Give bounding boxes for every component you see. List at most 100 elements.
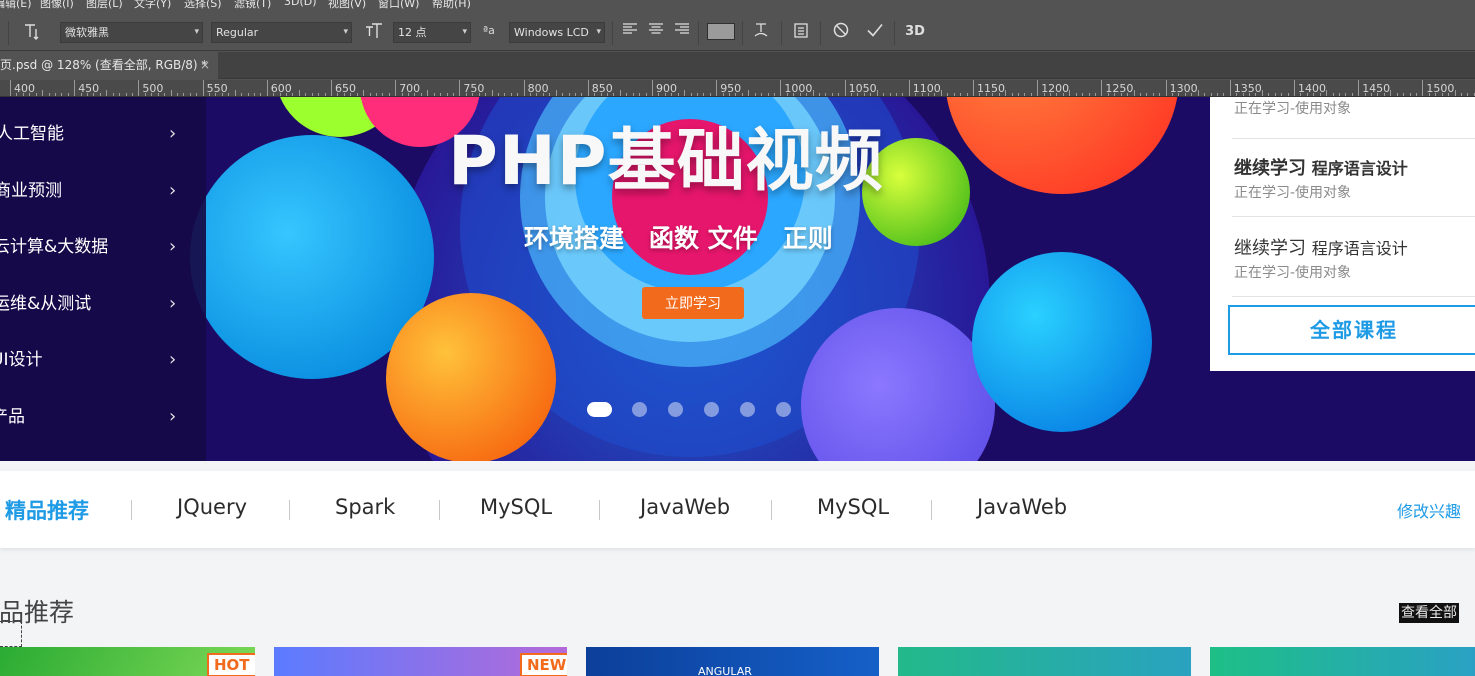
carousel-dot[interactable] bbox=[776, 402, 791, 417]
ruler-tick-mark bbox=[812, 90, 814, 96]
study-item[interactable]: 继续学习 程序语言设计 正在学习-使用对象 bbox=[1234, 234, 1475, 282]
font-family-select[interactable]: 微软雅黑 ▾ bbox=[60, 22, 203, 43]
course-card[interactable]: NEW bbox=[274, 647, 567, 676]
text-color-swatch[interactable] bbox=[707, 23, 735, 40]
category-item[interactable]: UI设计 › bbox=[0, 332, 206, 388]
study-item[interactable]: 正在学习-使用对象 bbox=[1234, 98, 1475, 118]
interest-tab[interactable]: MySQL bbox=[480, 495, 552, 519]
ruler-tick-mark bbox=[863, 93, 865, 96]
ruler-tick-mark bbox=[324, 93, 326, 96]
category-item[interactable]: 产品 › bbox=[0, 389, 206, 445]
ruler-tick-mark bbox=[1383, 93, 1385, 96]
font-style-select[interactable]: Regular ▾ bbox=[211, 22, 352, 43]
course-card[interactable] bbox=[1210, 647, 1475, 676]
study-item-title-rest: 程序语言设计 bbox=[1311, 159, 1408, 178]
interest-tab[interactable]: MySQL bbox=[817, 495, 889, 519]
font-size-select[interactable]: 12 点 ▾ bbox=[393, 22, 471, 43]
chevron-down-icon: ▾ bbox=[343, 27, 348, 37]
ruler-tick-mark bbox=[1043, 93, 1045, 96]
edit-interests-link[interactable]: 修改兴趣 bbox=[1397, 498, 1461, 522]
menu-help[interactable]: 帮助(H) bbox=[432, 0, 471, 11]
menu-type[interactable]: 文字(Y) bbox=[134, 0, 171, 11]
ruler-tick-mark bbox=[562, 93, 564, 96]
menu-filter[interactable]: 滤镜(T) bbox=[234, 0, 271, 11]
interest-tab[interactable]: JavaWeb bbox=[640, 495, 730, 519]
ruler-tick-label: 1100 bbox=[912, 82, 941, 95]
ruler-tick-mark bbox=[1300, 93, 1302, 96]
interest-tab[interactable]: JavaWeb bbox=[977, 495, 1067, 519]
category-item[interactable]: 运维&从测试 › bbox=[0, 276, 206, 332]
ruler-tick-mark bbox=[35, 93, 37, 96]
ruler-tick-mark bbox=[1204, 93, 1206, 96]
ruler-tick-mark bbox=[446, 93, 448, 96]
align-center-icon[interactable] bbox=[646, 21, 666, 43]
learn-now-button[interactable]: 立即学习 bbox=[642, 287, 744, 319]
interest-tab[interactable]: Spark bbox=[335, 495, 395, 519]
ruler-tick-mark bbox=[157, 93, 159, 96]
divider bbox=[439, 500, 440, 520]
document-canvas[interactable]: 人工智能 › 商业预测 › 云计算&大数据 › 运维&从测试 › UI设计 › … bbox=[0, 97, 1475, 676]
document-tab[interactable]: 首页.psd @ 128% (查看全部, RGB/8) * × bbox=[0, 52, 218, 79]
ruler-tick-mark bbox=[594, 93, 596, 96]
ruler-tick-mark bbox=[170, 90, 172, 96]
antialias-select[interactable]: Windows LCD ▾ bbox=[509, 22, 605, 43]
carousel-dot[interactable] bbox=[704, 402, 719, 417]
study-item-title-bold: 继续学习 bbox=[1234, 158, 1306, 179]
menu-edit[interactable]: 编辑(E) bbox=[0, 0, 32, 11]
align-left-icon[interactable] bbox=[620, 21, 640, 43]
character-panel-icon[interactable] bbox=[790, 21, 812, 43]
category-item[interactable]: 云计算&大数据 › bbox=[0, 219, 206, 275]
create-3d-button[interactable]: 3D bbox=[903, 21, 927, 43]
ruler-tick-mark bbox=[677, 93, 679, 96]
ruler-tick-mark bbox=[119, 93, 121, 96]
ruler-tick-mark bbox=[337, 93, 339, 96]
vertical-type-orientation-icon[interactable] bbox=[20, 21, 44, 43]
ruler-tick-label: 1200 bbox=[1041, 82, 1070, 95]
ruler-tick-mark bbox=[459, 80, 461, 96]
course-card[interactable]: ANGULAR bbox=[586, 647, 879, 676]
course-card[interactable] bbox=[898, 647, 1191, 676]
carousel-dot[interactable] bbox=[587, 402, 612, 417]
ruler-tick-mark bbox=[67, 93, 69, 96]
carousel-dot[interactable] bbox=[632, 402, 647, 417]
interest-tab[interactable]: JQuery bbox=[177, 495, 247, 519]
view-all-link[interactable]: 查看全部 bbox=[1399, 603, 1459, 623]
ruler-tick-mark bbox=[382, 93, 384, 96]
carousel-dot[interactable] bbox=[740, 402, 755, 417]
ruler-tick-mark bbox=[510, 93, 512, 96]
ruler-tick-mark bbox=[1088, 93, 1090, 96]
warp-text-icon[interactable] bbox=[750, 21, 772, 43]
chevron-down-icon: ▾ bbox=[194, 27, 199, 37]
ruler-tick-mark bbox=[363, 90, 365, 96]
ruler-tick-mark bbox=[838, 93, 840, 96]
commit-check-icon[interactable] bbox=[864, 21, 886, 43]
ruler-tick-mark bbox=[1172, 93, 1174, 96]
interest-tab-featured[interactable]: 精品推荐 bbox=[5, 495, 89, 525]
align-right-icon[interactable] bbox=[672, 21, 692, 43]
ruler-tick-mark bbox=[1030, 93, 1032, 96]
menu-select[interactable]: 选择(S) bbox=[184, 0, 222, 11]
cancel-icon[interactable] bbox=[830, 21, 852, 43]
ruler-tick-mark bbox=[1146, 93, 1148, 96]
category-item[interactable]: 商业预测 › bbox=[0, 163, 206, 219]
category-item[interactable]: 人工智能 › bbox=[0, 106, 206, 162]
course-card[interactable]: HOT bbox=[0, 647, 255, 676]
menu-image[interactable]: 图像(I) bbox=[40, 0, 74, 11]
menu-3d[interactable]: 3D(D) bbox=[284, 0, 317, 8]
menu-layer[interactable]: 图层(L) bbox=[86, 0, 123, 11]
menu-window[interactable]: 窗口(W) bbox=[378, 0, 419, 11]
ruler-tick-mark bbox=[1120, 93, 1122, 96]
study-item[interactable]: 继续学习 程序语言设计 正在学习-使用对象 bbox=[1234, 154, 1475, 202]
hero-banner[interactable]: 人工智能 › 商业预测 › 云计算&大数据 › 运维&从测试 › UI设计 › … bbox=[0, 97, 1475, 461]
ruler-tick-mark bbox=[1274, 93, 1276, 96]
chevron-right-icon: › bbox=[169, 236, 177, 257]
horizontal-ruler[interactable]: 400 450 500 550 600 650 700 750 800 850 900 950 1000… bbox=[0, 80, 1475, 97]
ruler-tick-mark bbox=[1242, 93, 1244, 96]
carousel-dot[interactable] bbox=[668, 402, 683, 417]
category-label: 云计算&大数据 bbox=[0, 237, 109, 257]
menu-view[interactable]: 视图(V) bbox=[328, 0, 366, 11]
ruler-tick-mark bbox=[10, 80, 11, 96]
all-courses-button[interactable]: 全部课程 bbox=[1228, 305, 1475, 355]
ruler-tick-label: 1400 bbox=[1298, 82, 1326, 95]
close-icon[interactable]: × bbox=[200, 52, 210, 79]
